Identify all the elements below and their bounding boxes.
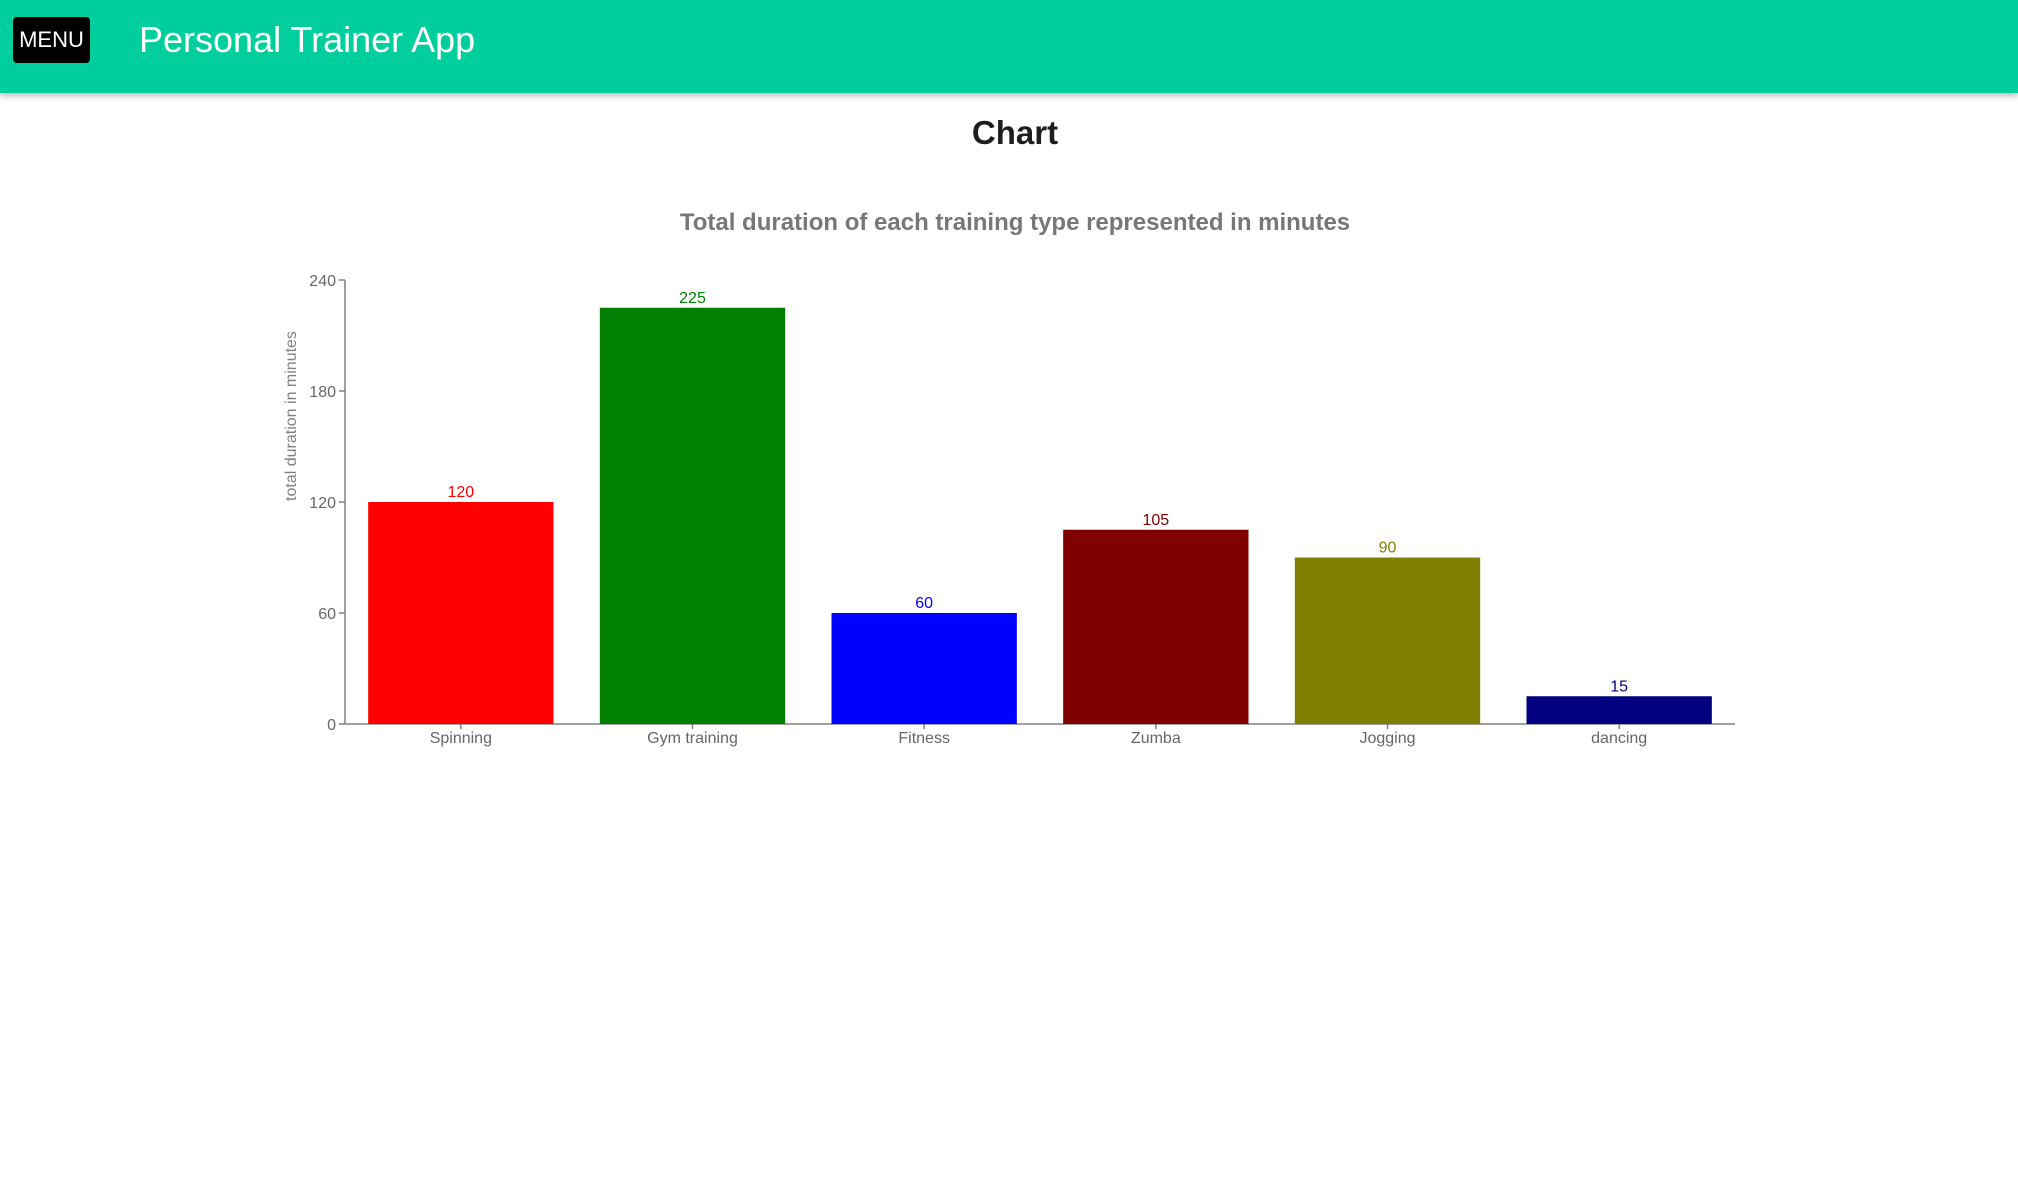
bar-dancing: [1526, 696, 1712, 724]
bar-spinning: [368, 502, 554, 724]
x-tick-label: dancing: [1591, 730, 1647, 747]
bar-gym-training: [599, 307, 786, 724]
bar-zumba: [1063, 529, 1249, 724]
x-axis: Spinning Gym training Fitness Zumba Jogging d…: [345, 723, 1735, 747]
y-tick-label: 60: [318, 606, 336, 623]
y-tick-label: 180: [309, 384, 336, 401]
bar-series: 120 225 60 105 90 15: [368, 290, 1712, 724]
x-tick-label: Gym training: [647, 730, 738, 747]
bar-value-label: 60: [915, 595, 933, 612]
x-tick-label: Fitness: [898, 730, 950, 747]
chart-container: Total duration of each training type rep…: [0, 0, 2018, 1182]
bar-value-label: 225: [679, 290, 706, 307]
bar-value-label: 105: [1142, 512, 1169, 529]
bar-value-label: 90: [1379, 540, 1397, 557]
x-tick-label: Spinning: [430, 730, 492, 747]
y-tick-label: 240: [309, 273, 336, 290]
app-title: Personal Trainer App: [139, 19, 476, 60]
y-axis-label: total duration in minutes: [283, 331, 300, 501]
bar-chart: Total duration of each training type rep…: [283, 209, 1735, 747]
x-tick-label: Zumba: [1131, 730, 1181, 747]
bar-value-label: 15: [1610, 678, 1628, 695]
x-tick-label: Jogging: [1359, 730, 1415, 747]
menu-button[interactable]: MENU: [13, 17, 90, 63]
y-axis: 0 60 120 180 240: [309, 273, 346, 734]
bar-fitness: [831, 613, 1017, 724]
bar-value-label: 120: [447, 484, 474, 501]
app-bar: MENU Personal Trainer App: [0, 0, 2018, 93]
y-tick-label: 120: [309, 495, 336, 512]
bar-jogging: [1294, 557, 1481, 724]
chart-title: Total duration of each training type rep…: [680, 209, 1350, 236]
y-tick-label: 0: [327, 717, 336, 734]
